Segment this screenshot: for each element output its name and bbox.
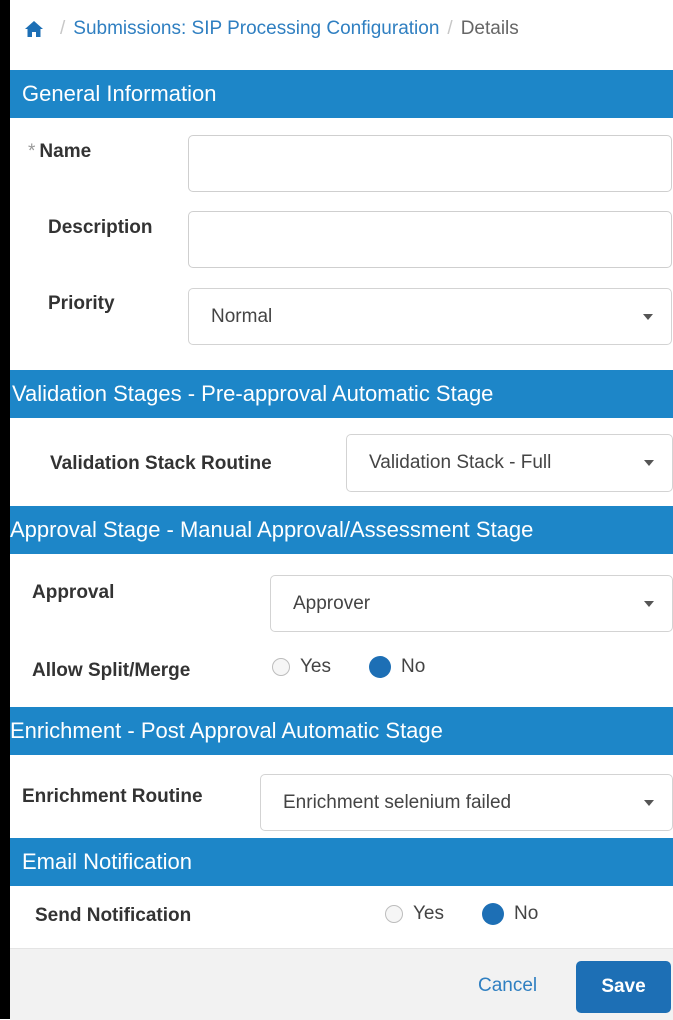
section-header-approval-stage: Approval Stage - Manual Approval/Assessm… (10, 506, 673, 554)
chevron-down-icon (643, 313, 653, 320)
name-input[interactable] (188, 135, 672, 192)
window-left-border (0, 0, 10, 1019)
section-title: Validation Stages - Pre-approval Automat… (12, 381, 494, 406)
name-label: * Name (28, 141, 92, 162)
validation-stack-routine-select[interactable]: Validation Stack - Full (346, 434, 673, 492)
approval-selected-value: Approver (293, 592, 371, 614)
send-notification-yes-radio[interactable]: Yes (385, 903, 444, 925)
radio-label-no: No (401, 656, 426, 677)
required-marker: * (28, 141, 36, 162)
enrichment-routine-label: Enrichment Routine (22, 786, 203, 807)
radio-unchecked-icon (385, 905, 403, 923)
section-title: Email Notification (22, 849, 192, 874)
section-header-enrichment: Enrichment - Post Approval Automatic Sta… (10, 707, 673, 755)
radio-checked-icon (369, 656, 391, 678)
priority-label: Priority (48, 293, 115, 314)
priority-select[interactable]: Normal (188, 288, 672, 345)
send-notification-no-radio[interactable]: No (482, 903, 538, 925)
section-title: Enrichment - Post Approval Automatic Sta… (10, 718, 443, 743)
breadcrumb-separator: / (447, 18, 453, 39)
section-header-validation-stages: Validation Stages - Pre-approval Automat… (10, 370, 673, 418)
send-notification-label: Send Notification (35, 905, 192, 926)
breadcrumb-current: Details (460, 18, 519, 39)
breadcrumb-link-sip-config[interactable]: Submissions: SIP Processing Configuratio… (73, 18, 439, 40)
split-merge-yes-radio[interactable]: Yes (272, 656, 331, 678)
chevron-down-icon (644, 799, 654, 806)
form-footer: Cancel Save (10, 948, 673, 1020)
radio-label-no: No (514, 903, 539, 924)
split-merge-no-radio[interactable]: No (369, 656, 425, 678)
enrichment-routine-selected-value: Enrichment selenium failed (283, 791, 512, 813)
cancel-button[interactable]: Cancel (478, 975, 537, 997)
approval-select[interactable]: Approver (270, 575, 673, 632)
section-title: General Information (22, 81, 217, 106)
description-label: Description (48, 217, 153, 238)
sip-config-details-page: / Submissions: SIP Processing Configurat… (10, 0, 673, 1020)
radio-checked-icon (482, 903, 504, 925)
home-icon[interactable] (24, 19, 44, 39)
allow-split-merge-label: Allow Split/Merge (32, 660, 191, 681)
section-header-general-information: General Information (10, 70, 673, 118)
chevron-down-icon (644, 600, 654, 607)
enrichment-routine-select[interactable]: Enrichment selenium failed (260, 774, 673, 831)
validation-stack-selected-value: Validation Stack - Full (369, 452, 552, 473)
validation-stack-routine-label: Validation Stack Routine (50, 453, 272, 474)
section-header-email-notification: Email Notification (10, 838, 673, 886)
radio-unchecked-icon (272, 658, 290, 676)
save-button[interactable]: Save (576, 961, 671, 1013)
breadcrumb-separator: / (60, 18, 66, 39)
description-input[interactable] (188, 211, 672, 268)
send-notification-radio-group: Yes No (385, 903, 576, 925)
approval-label: Approval (32, 582, 115, 603)
breadcrumb: / Submissions: SIP Processing Configurat… (10, 0, 673, 58)
priority-selected-value: Normal (211, 305, 273, 327)
radio-label-yes: Yes (300, 656, 331, 677)
section-title: Approval Stage - Manual Approval/Assessm… (10, 517, 534, 542)
chevron-down-icon (644, 460, 654, 466)
radio-label-yes: Yes (413, 903, 444, 924)
allow-split-merge-radio-group: Yes No (272, 656, 463, 678)
